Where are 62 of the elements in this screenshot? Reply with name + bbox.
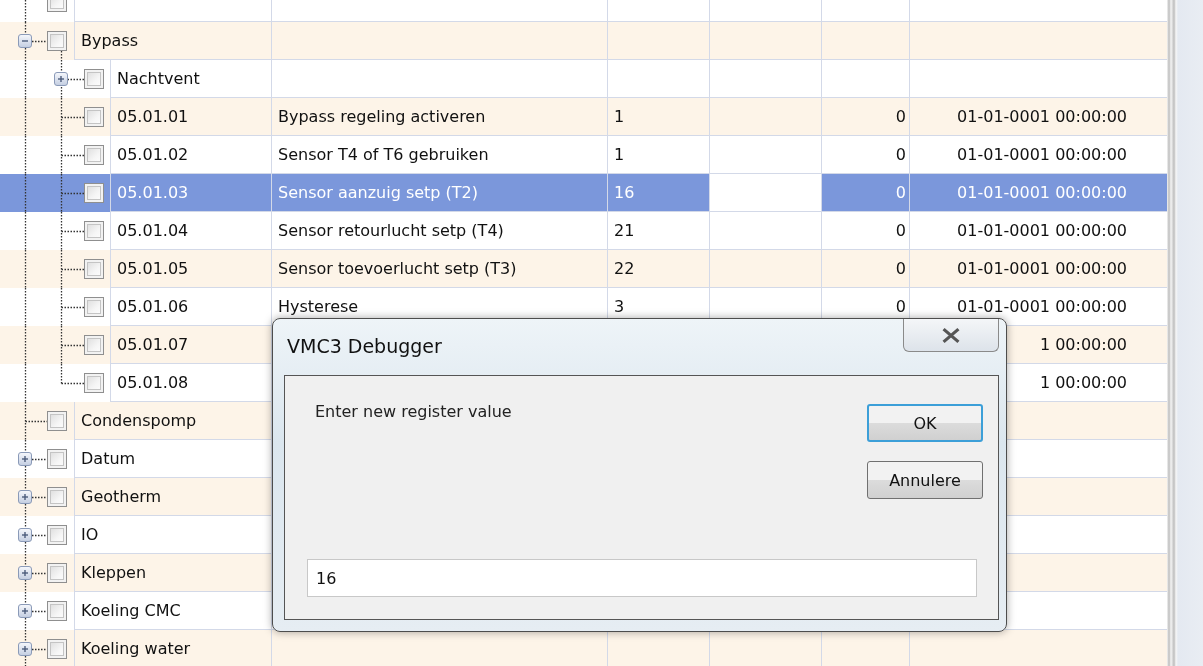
- input-field[interactable]: 16: [307, 559, 977, 597]
- table-cell: 1: [608, 98, 710, 136]
- dotted-connector: [24, 174, 85, 212]
- checkbox[interactable]: [84, 259, 104, 279]
- expand-icon[interactable]: [18, 642, 32, 656]
- dotted-connector: [24, 212, 85, 250]
- checkbox[interactable]: [47, 601, 67, 621]
- tree-row[interactable]: 05.01.01 Bypass regeling activeren 1 0 01-01-0001 00:00:00: [0, 98, 1167, 136]
- table-cell: 0: [822, 98, 910, 136]
- tree-label: Bypass: [74, 22, 272, 60]
- checkbox[interactable]: [47, 525, 67, 545]
- checkbox[interactable]: [47, 31, 67, 51]
- checkbox[interactable]: [84, 297, 104, 317]
- table-cell: Sensor aanzuig setp (T2): [272, 174, 608, 212]
- dotted-connector: [24, 630, 48, 666]
- tree-label: 05.01.03: [110, 174, 272, 212]
- window-title: VMC3 Debugger: [287, 335, 442, 357]
- checkbox[interactable]: [47, 639, 67, 659]
- expand-icon[interactable]: [54, 72, 68, 86]
- prompt-text: Enter new register value: [315, 402, 512, 421]
- table-cell: 22: [608, 250, 710, 288]
- checkbox[interactable]: [84, 373, 104, 393]
- table-cell: 0: [822, 250, 910, 288]
- tree-row[interactable]: Bypass: [0, 22, 1167, 60]
- dotted-connector: [24, 554, 48, 592]
- tree-label: 05.01.05: [110, 250, 272, 288]
- dotted-connector: [24, 250, 85, 288]
- checkbox[interactable]: [84, 335, 104, 355]
- checkbox[interactable]: [84, 107, 104, 127]
- tree-row[interactable]: 05.01.05 Sensor toevoerlucht setp (T3) 22 0 01-01-0001 00:00:00: [0, 250, 1167, 288]
- dotted-connector: [24, 516, 48, 554]
- expand-icon[interactable]: [18, 566, 32, 580]
- dotted-connector: [24, 98, 85, 136]
- expand-icon[interactable]: [18, 490, 32, 504]
- checkbox[interactable]: [84, 69, 104, 89]
- dotted-connector: [24, 478, 48, 516]
- table-cell: Sensor toevoerlucht setp (T3): [272, 250, 608, 288]
- ok-button[interactable]: OK: [867, 404, 983, 442]
- checkbox[interactable]: [47, 449, 67, 469]
- checkbox[interactable]: [84, 221, 104, 241]
- collapse-icon[interactable]: [18, 34, 32, 48]
- tree-label: 05.01.01: [110, 98, 272, 136]
- expand-icon[interactable]: [18, 528, 32, 542]
- checkbox[interactable]: [47, 563, 67, 583]
- dotted-connector: [24, 136, 85, 174]
- tree-label: Koeling water: [74, 630, 272, 666]
- dotted-connector: [24, 440, 48, 478]
- dotted-connector: [24, 288, 85, 326]
- checkbox[interactable]: [47, 487, 67, 507]
- checkbox[interactable]: [84, 145, 104, 165]
- checkbox[interactable]: [84, 183, 104, 203]
- close-button[interactable]: [903, 319, 999, 352]
- close-icon: [940, 326, 962, 344]
- table-cell: 0: [822, 174, 910, 212]
- dotted-connector: [24, 592, 48, 630]
- cancel-button[interactable]: Annulere: [867, 461, 983, 499]
- dotted-connector: [24, 326, 85, 364]
- checkbox[interactable]: [47, 411, 67, 431]
- table-cell: Bypass regeling activeren: [272, 98, 608, 136]
- expand-icon[interactable]: [18, 452, 32, 466]
- expand-icon[interactable]: [18, 604, 32, 618]
- tree-row[interactable]: Koeling water: [0, 630, 1167, 666]
